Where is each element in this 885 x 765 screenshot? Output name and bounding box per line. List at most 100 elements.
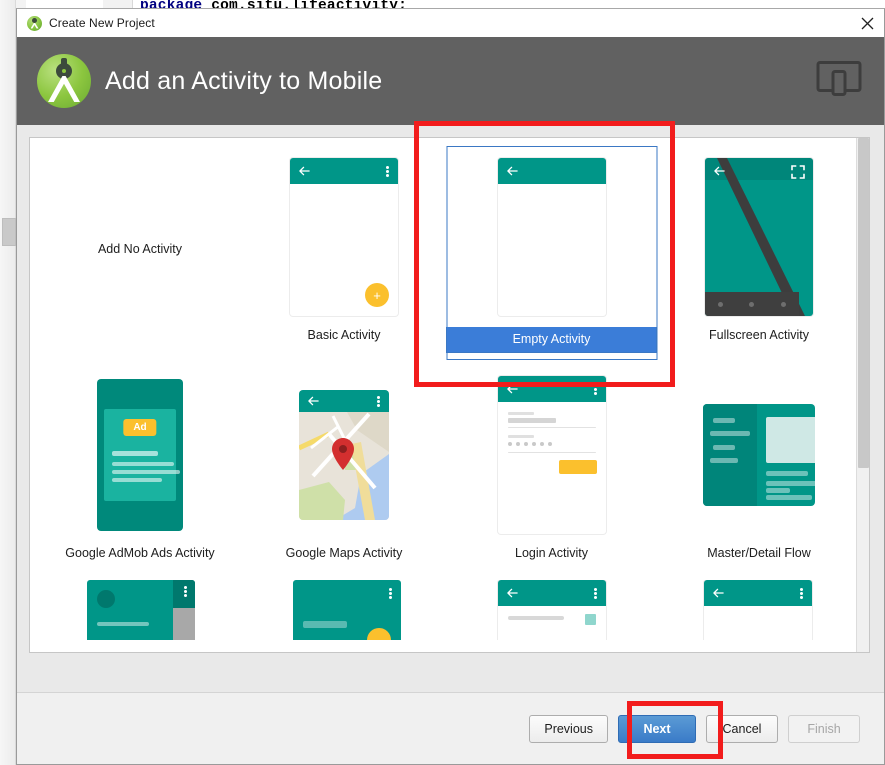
dialog-title: Create New Project — [49, 16, 155, 30]
detail-text-line — [766, 481, 815, 486]
title-line — [302, 621, 347, 628]
android-studio-logo — [37, 54, 91, 108]
ad-text-line — [112, 470, 180, 474]
template-add-no-activity[interactable]: Add No Activity — [38, 144, 242, 362]
username-value — [507, 418, 556, 423]
back-arrow-icon — [714, 166, 725, 176]
detail-text-line — [766, 471, 808, 476]
template-thumbnail — [496, 156, 608, 318]
template-label: Google Maps Activity — [285, 546, 403, 560]
back-arrow-icon — [308, 396, 319, 406]
overflow-menu-icon — [594, 588, 598, 599]
tablet-preview-master-detail — [703, 404, 815, 506]
field-underline — [507, 427, 596, 428]
template-thumbnail — [703, 156, 815, 318]
overflow-menu-icon — [183, 586, 187, 597]
app-bar — [498, 580, 607, 606]
phone-preview-navdrawer — [86, 580, 195, 640]
back-arrow-icon — [507, 588, 519, 598]
finish-button: Finish — [788, 714, 860, 743]
template-settings-activity[interactable] — [450, 580, 656, 640]
overflow-menu-icon — [800, 588, 804, 599]
template-label: Add No Activity — [97, 242, 183, 256]
close-icon[interactable] — [856, 12, 878, 34]
overflow-menu-icon — [388, 588, 392, 599]
checkbox-icon — [585, 614, 597, 625]
phone-preview-empty — [497, 158, 606, 316]
tablet-phone-icon — [816, 60, 862, 103]
cancel-button[interactable]: Cancel — [706, 714, 778, 743]
floating-action-button: + — [365, 283, 389, 307]
template-scrollbar-track[interactable] — [856, 138, 869, 652]
field-underline — [507, 452, 596, 453]
activity-template-grid: Add No Activity + Basic Activity Empty A… — [30, 138, 869, 580]
phone-preview-maps — [299, 390, 389, 520]
overflow-menu-icon — [593, 384, 597, 395]
template-fullscreen-activity[interactable]: Fullscreen Activity — [657, 144, 861, 362]
template-label: Login Activity — [515, 546, 588, 560]
template-tabbed-activity[interactable] — [655, 580, 861, 640]
template-label: Fullscreen Activity — [708, 328, 810, 342]
page-title: Add an Activity to Mobile — [105, 66, 383, 95]
logo-compass — [48, 76, 80, 102]
template-thumbnail — [288, 374, 400, 536]
ad-text-line — [112, 462, 174, 466]
list-item-line — [713, 445, 735, 450]
activity-template-panel: Add No Activity + Basic Activity Empty A… — [29, 137, 870, 653]
phone-preview-login — [497, 376, 606, 534]
dialog-titlebar: Create New Project — [17, 9, 884, 37]
phone-preview-tabbed — [704, 580, 813, 640]
overflow-menu-icon — [377, 396, 380, 407]
activity-template-grid-partial-row — [30, 580, 869, 640]
detail-text-line — [766, 488, 790, 493]
password-dots — [507, 442, 552, 446]
list-item-line — [710, 458, 738, 463]
app-bar — [290, 158, 398, 184]
app-bar — [497, 376, 606, 402]
template-login-activity[interactable]: Login Activity — [446, 362, 657, 580]
next-button[interactable]: Next — [618, 714, 696, 743]
ide-tool-strip — [0, 0, 16, 765]
template-google-maps-activity[interactable]: Google Maps Activity — [242, 362, 446, 580]
phone-preview-settings — [498, 580, 607, 640]
ad-card: Ad — [104, 409, 180, 501]
detail-image — [766, 417, 815, 463]
overflow-menu-icon — [386, 166, 389, 177]
app-bar — [497, 158, 606, 184]
template-google-admob-ads-activity[interactable]: Ad Google AdMob Ads Activity — [38, 362, 242, 580]
template-empty-activity[interactable]: Empty Activity — [446, 144, 657, 362]
detail-text-line — [766, 495, 812, 500]
template-thumbnail: + — [288, 156, 400, 318]
template-label: Empty Activity — [446, 327, 657, 353]
map-graphic — [299, 412, 389, 520]
template-master-detail-flow[interactable]: Master/Detail Flow — [657, 362, 861, 580]
back-arrow-icon — [713, 588, 724, 598]
ad-text-line — [112, 478, 162, 482]
phone-preview-admob: Ad — [97, 379, 183, 531]
ad-badge: Ad — [123, 419, 157, 436]
phone-preview-scrolling — [292, 580, 401, 640]
fab-glyph: + — [373, 287, 381, 303]
previous-button[interactable]: Previous — [529, 714, 608, 743]
ide-tool-tab[interactable] — [2, 218, 16, 246]
setting-row-line — [508, 616, 565, 620]
sign-in-button-preview — [558, 460, 597, 474]
dialog-body: Add No Activity + Basic Activity Empty A… — [17, 125, 884, 692]
template-scrollbar-thumb[interactable] — [858, 138, 869, 468]
avatar — [96, 590, 115, 608]
android-studio-icon — [27, 15, 42, 31]
field-hint-line — [507, 435, 534, 438]
template-basic-activity[interactable]: + Basic Activity — [242, 144, 446, 362]
drawer-text-line — [96, 622, 149, 626]
floating-action-button — [366, 628, 391, 640]
app-bar — [704, 580, 813, 606]
template-thumbnail — [496, 374, 608, 536]
phone-preview-fullscreen — [705, 158, 813, 316]
back-arrow-icon — [299, 166, 310, 176]
back-arrow-icon — [506, 166, 518, 176]
template-scrolling-activity[interactable] — [244, 580, 450, 640]
list-item-line — [713, 418, 735, 423]
app-bar — [299, 390, 389, 412]
template-label: Master/Detail Flow — [707, 546, 811, 560]
template-navigation-drawer-activity[interactable] — [38, 580, 244, 640]
